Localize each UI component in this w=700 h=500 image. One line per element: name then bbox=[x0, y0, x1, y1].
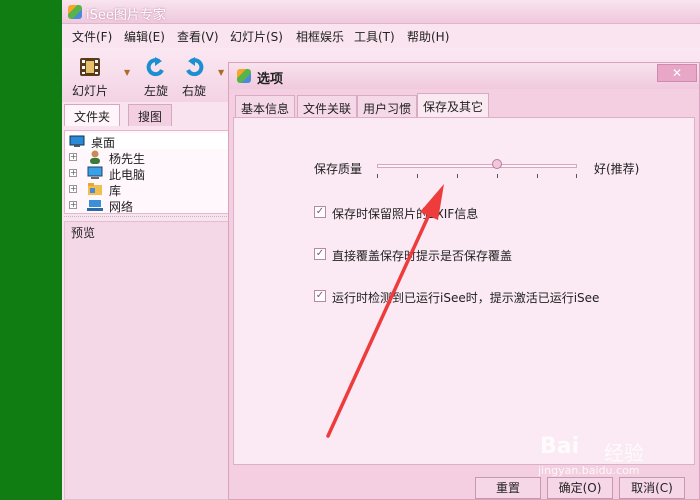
slideshow-dropdown-icon[interactable]: ▼ bbox=[124, 68, 130, 77]
tree-item-network[interactable]: + 网络 bbox=[65, 197, 228, 214]
tree-item-desktop[interactable]: 桌面 bbox=[65, 133, 228, 150]
desktop-icon bbox=[69, 134, 85, 148]
preview-label: 预览 bbox=[71, 226, 96, 240]
quality-hint: 好(推荐) bbox=[594, 162, 640, 176]
app-title: iSee图片专家 bbox=[86, 8, 166, 23]
dialog-tabs: 基本信息 文件关联 用户习惯 保存及其它 bbox=[233, 93, 699, 117]
app-logo-icon bbox=[68, 5, 82, 19]
desktop-background bbox=[0, 0, 62, 500]
reset-button[interactable]: 重置 bbox=[475, 477, 541, 499]
tab-save-and-other[interactable]: 保存及其它 bbox=[417, 93, 490, 117]
rotate-left-icon bbox=[146, 57, 164, 77]
quality-label: 保存质量 bbox=[314, 162, 363, 176]
tab-basic-info[interactable]: 基本信息 bbox=[235, 95, 296, 117]
dialog-title: 选项 bbox=[257, 72, 284, 87]
tree-item-user[interactable]: + 杨先生 bbox=[65, 149, 228, 166]
slider-tick bbox=[537, 174, 538, 178]
checkbox[interactable]: ✓ bbox=[314, 206, 326, 218]
film-icon bbox=[80, 58, 100, 76]
rotate-right-button[interactable]: 右旋 bbox=[172, 54, 216, 99]
menu-frames[interactable]: 相框娱乐 bbox=[296, 28, 344, 45]
menu-tools[interactable]: 工具(T) bbox=[354, 28, 395, 45]
expand-icon[interactable]: + bbox=[69, 185, 77, 193]
menu-file[interactable]: 文件(F) bbox=[72, 28, 112, 45]
quality-slider-thumb[interactable] bbox=[492, 159, 502, 169]
user-icon bbox=[87, 150, 103, 164]
slideshow-label: 幻灯片 bbox=[71, 84, 108, 98]
close-button[interactable]: ✕ bbox=[657, 64, 697, 82]
preview-panel: 预览 bbox=[64, 221, 229, 500]
option-label: 保存时保留照片的EXIF信息 bbox=[332, 207, 479, 221]
checkbox[interactable]: ✓ bbox=[314, 248, 326, 260]
dialog-logo-icon bbox=[237, 69, 251, 83]
tab-folders[interactable]: 文件夹 bbox=[64, 104, 121, 126]
slider-tick bbox=[497, 174, 498, 178]
tab-search-images[interactable]: 搜图 bbox=[128, 104, 173, 126]
tab-user-habits[interactable]: 用户习惯 bbox=[357, 95, 418, 117]
menu-view[interactable]: 查看(V) bbox=[177, 28, 219, 45]
library-folder-icon bbox=[87, 182, 103, 196]
quality-slider-ticks bbox=[377, 174, 577, 179]
menu-edit[interactable]: 编辑(E) bbox=[124, 28, 165, 45]
quality-slider-track[interactable] bbox=[377, 164, 577, 168]
network-icon bbox=[87, 198, 103, 212]
menu-help[interactable]: 帮助(H) bbox=[407, 28, 449, 45]
dialog-title-bar: 选项 ✕ bbox=[229, 63, 699, 89]
save-settings-pane: 保存质量 好(推荐) ✓ 保存时保留照片的EXIF信息 ✓ 直接覆盖保存时提示是… bbox=[233, 117, 695, 465]
menu-slideshow[interactable]: 幻灯片(S) bbox=[230, 28, 283, 45]
title-bar: iSee图片专家 bbox=[62, 0, 700, 24]
left-panel: 文件夹 搜图 桌面 + 杨先生 + 此电脑 + 库 + 网络 预览 bbox=[62, 102, 230, 500]
watermark: Bai 经验 jingyan.baidu.com bbox=[536, 420, 700, 500]
computer-icon bbox=[87, 166, 103, 180]
tree-label: 网络 bbox=[109, 200, 134, 214]
tree-item-library[interactable]: + 库 bbox=[65, 181, 228, 198]
menu-bar: 文件(F) 编辑(E) 查看(V) 幻灯片(S) 相框娱乐 工具(T) 帮助(H… bbox=[62, 24, 700, 48]
tree-item-this-pc[interactable]: + 此电脑 bbox=[65, 165, 228, 182]
slideshow-button[interactable]: 幻灯片 bbox=[68, 54, 112, 99]
rotate-dropdown-icon[interactable]: ▼ bbox=[218, 68, 224, 77]
rotate-right-label: 右旋 bbox=[181, 84, 206, 98]
expand-icon[interactable]: + bbox=[69, 201, 77, 209]
watermark-brand-suffix: 经验 bbox=[604, 441, 644, 465]
slider-tick bbox=[377, 174, 378, 178]
slider-tick bbox=[417, 174, 418, 178]
slider-tick bbox=[576, 174, 577, 178]
checkbox[interactable]: ✓ bbox=[314, 290, 326, 302]
tab-file-association[interactable]: 文件关联 bbox=[297, 95, 358, 117]
folder-tree: 桌面 + 杨先生 + 此电脑 + 库 + 网络 bbox=[64, 130, 229, 214]
option-label: 直接覆盖保存时提示是否保存覆盖 bbox=[332, 249, 513, 263]
watermark-url: jingyan.baidu.com bbox=[538, 464, 640, 477]
rotate-right-icon bbox=[186, 57, 204, 77]
expand-icon[interactable]: + bbox=[69, 169, 77, 177]
option-label: 运行时检测到已运行iSee时，提示激活已运行iSee bbox=[332, 291, 600, 305]
expand-icon[interactable]: + bbox=[69, 153, 77, 161]
slider-tick bbox=[457, 174, 458, 178]
watermark-brand: Bai bbox=[540, 434, 580, 459]
